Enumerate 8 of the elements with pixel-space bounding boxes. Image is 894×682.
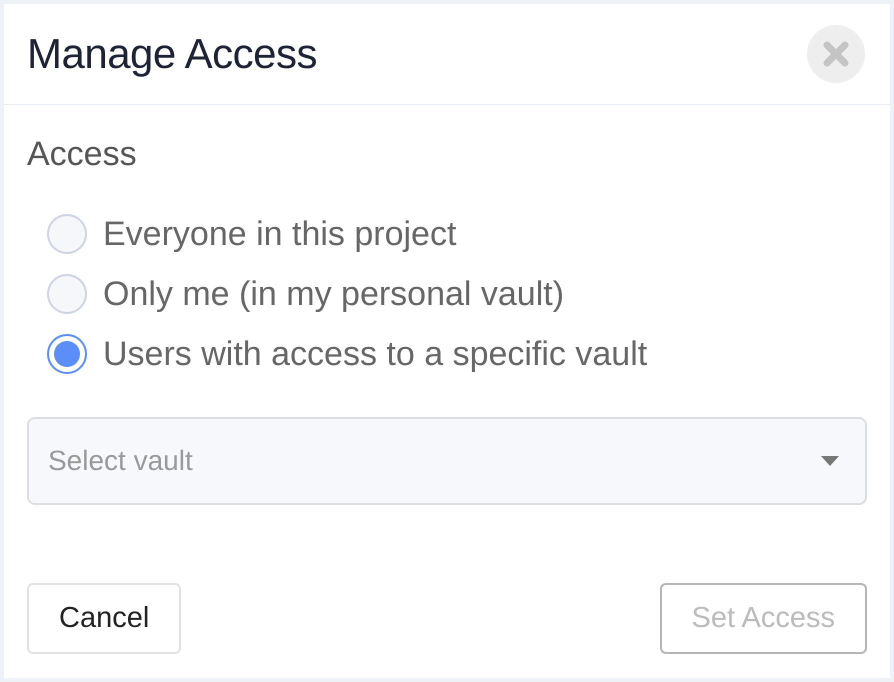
cancel-button[interactable]: Cancel (27, 583, 182, 654)
dialog-title: Manage Access (27, 29, 318, 79)
radio-option[interactable]: Only me (in my personal vault) (47, 274, 564, 314)
radio-option[interactable]: Users with access to a specific vault (47, 334, 648, 374)
close-icon (823, 41, 849, 67)
caret-icon (821, 456, 839, 466)
radio-option[interactable]: Everyone in this project (47, 214, 456, 254)
access-label: Access (27, 136, 137, 172)
